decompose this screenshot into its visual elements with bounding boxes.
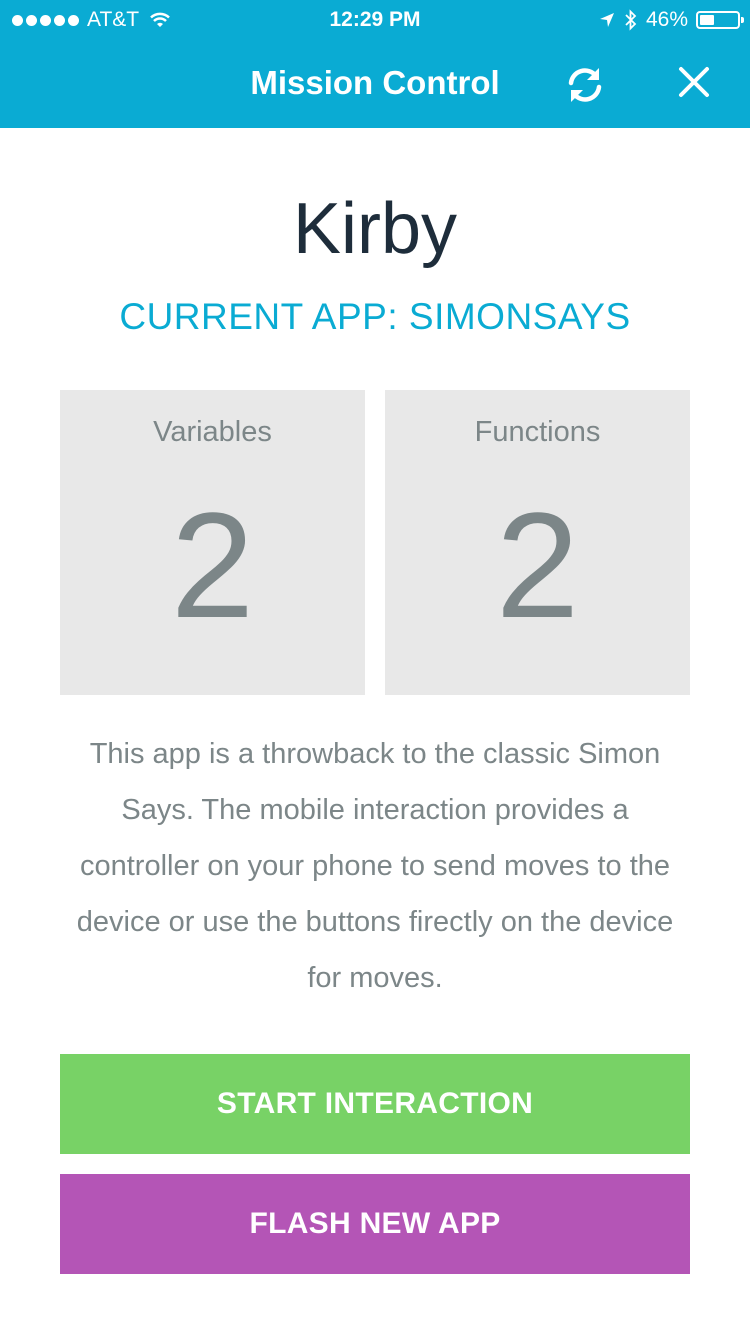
- variables-card[interactable]: Variables 2: [60, 390, 365, 695]
- page-title: Mission Control: [250, 64, 500, 101]
- functions-count: 2: [495, 481, 580, 649]
- battery-percent: 46%: [645, 8, 688, 31]
- variables-label: Variables: [153, 416, 272, 448]
- flash-new-app-button[interactable]: FLASH NEW APP: [60, 1174, 690, 1274]
- nav-bar: Mission Control: [0, 40, 750, 128]
- top-bar: AT&T 12:29 PM 46% Mission Control: [0, 0, 750, 128]
- status-right: 46%: [598, 8, 744, 32]
- functions-card[interactable]: Functions 2: [385, 390, 690, 695]
- variables-count: 2: [170, 481, 255, 649]
- start-interaction-button[interactable]: START INTERACTION: [60, 1054, 690, 1154]
- battery-icon: [696, 11, 744, 29]
- refresh-icon[interactable]: [562, 62, 608, 108]
- bluetooth-icon: [625, 9, 637, 31]
- app-description: This app is a throwback to the classic S…: [76, 738, 674, 994]
- status-bar: AT&T 12:29 PM 46%: [0, 0, 750, 40]
- battery-fill: [700, 15, 715, 25]
- close-icon[interactable]: [676, 64, 712, 100]
- functions-label: Functions: [474, 416, 601, 448]
- current-app-label: CURRENT APP: SIMONSAYS: [119, 296, 631, 337]
- location-arrow-icon: [599, 13, 614, 27]
- device-name: Kirby: [292, 189, 458, 269]
